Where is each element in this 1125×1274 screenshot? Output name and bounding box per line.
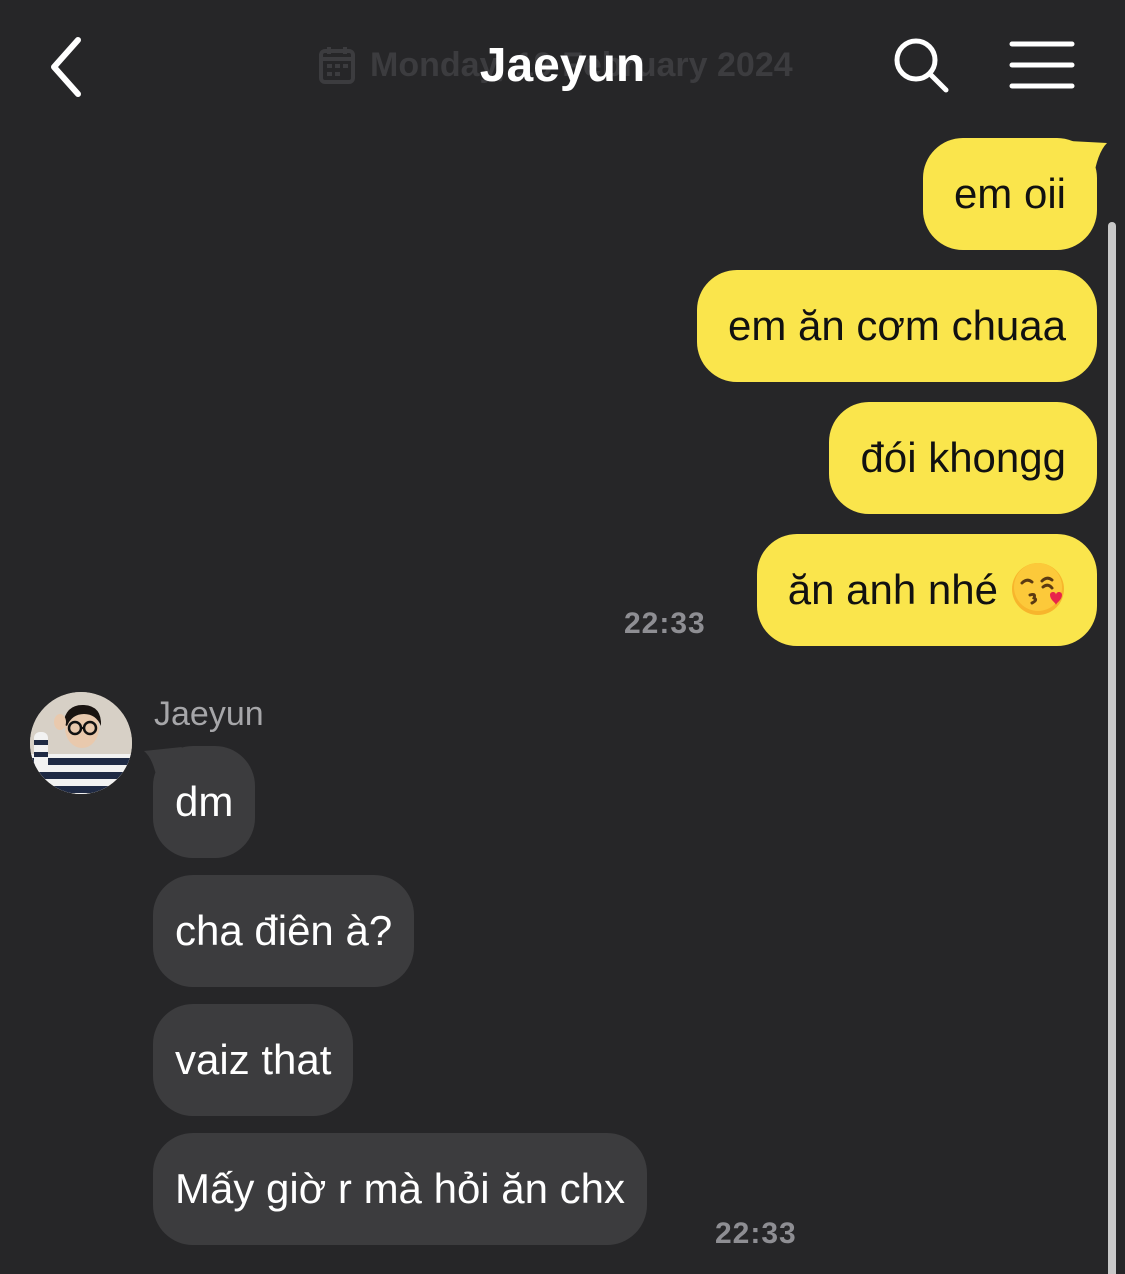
avatar-image bbox=[30, 692, 132, 794]
search-icon bbox=[894, 38, 949, 93]
search-button[interactable] bbox=[890, 34, 954, 98]
incoming-message[interactable]: vaiz that bbox=[153, 1004, 354, 1116]
chat-header: Monday, 19 February 2024 Jaeyun bbox=[0, 0, 1125, 130]
outgoing-message-last[interactable]: ăn anh nhé bbox=[756, 534, 1097, 646]
kiss-emoji-icon bbox=[1012, 562, 1064, 615]
chat-title: Jaeyun bbox=[479, 39, 646, 92]
scrollbar[interactable] bbox=[1108, 222, 1116, 1274]
outgoing-timestamp: 22:33 bbox=[624, 607, 706, 640]
sender-name: Jaeyun bbox=[154, 695, 264, 733]
outgoing-message[interactable]: đói khongg bbox=[829, 402, 1097, 514]
outgoing-message[interactable]: em ăn cơm chuaa bbox=[696, 270, 1097, 382]
hamburger-menu-icon bbox=[1009, 41, 1075, 89]
incoming-timestamp: 22:33 bbox=[715, 1217, 797, 1250]
outgoing-message[interactable]: em oii bbox=[922, 138, 1097, 250]
incoming-message[interactable]: dm bbox=[153, 746, 256, 858]
chat-screen: Monday, 19 February 2024 Jaeyun em oii e… bbox=[0, 0, 1125, 1274]
contact-avatar[interactable] bbox=[30, 692, 132, 794]
outgoing-message-text: ăn anh nhé bbox=[787, 566, 998, 613]
incoming-message[interactable]: cha điên à? bbox=[153, 875, 415, 987]
incoming-message[interactable]: Mấy giờ r mà hỏi ăn chx bbox=[153, 1133, 648, 1245]
menu-button[interactable] bbox=[1008, 38, 1076, 94]
